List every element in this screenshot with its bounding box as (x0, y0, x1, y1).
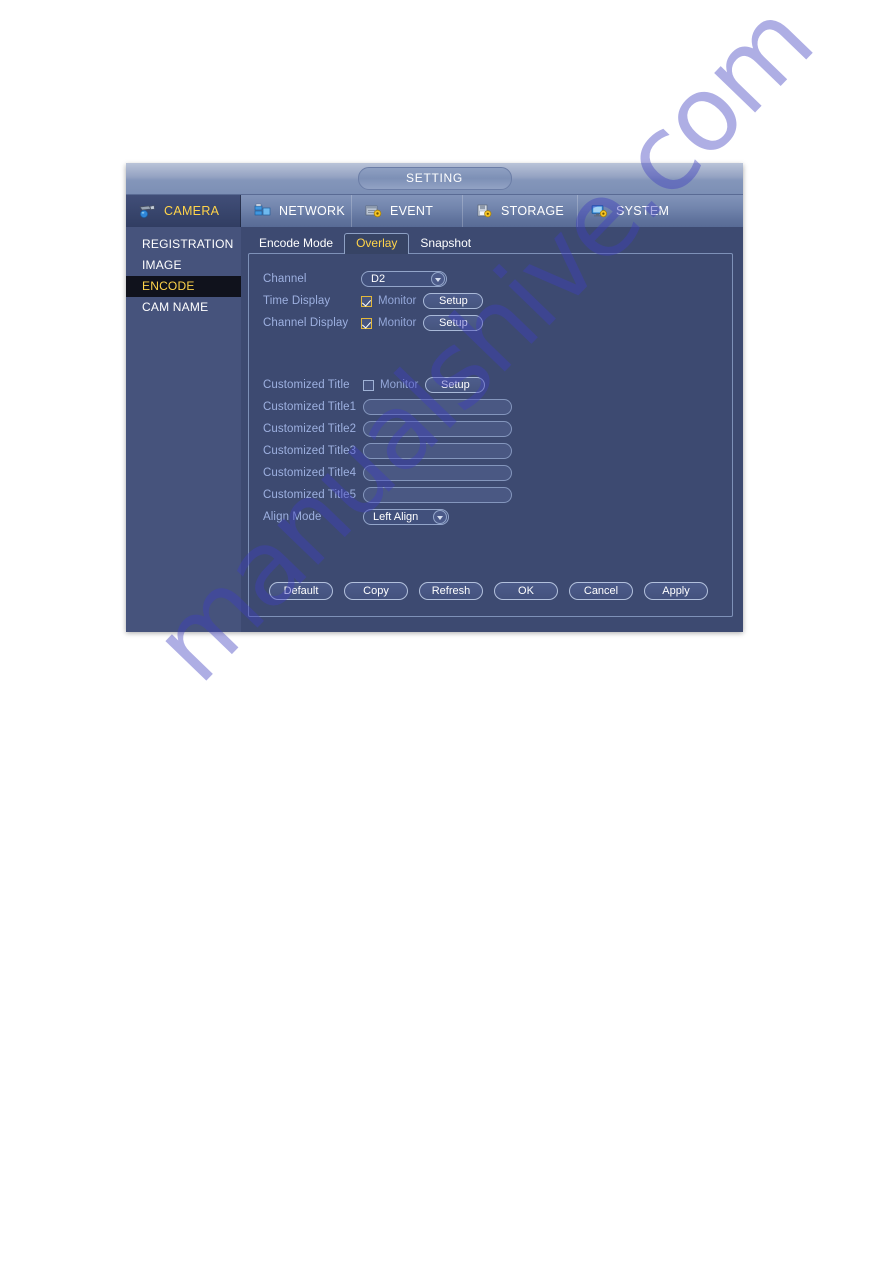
row-channel: Channel D2 (263, 268, 512, 290)
nav-label-network: NETWORK (279, 204, 345, 218)
title-bar: SETTING (126, 163, 743, 195)
nav-item-storage[interactable]: STORAGE (463, 195, 578, 227)
camera-icon (138, 203, 158, 219)
label-channel-display: Channel Display (263, 317, 349, 329)
nav-label-event: EVENT (390, 204, 434, 218)
sidebar-label-image: IMAGE (142, 258, 182, 272)
label-customized-title5: Customized Title5 (263, 489, 357, 501)
align-mode-select-value: Left Align (373, 511, 419, 523)
customized-title4-input[interactable] (363, 465, 512, 481)
default-button[interactable]: Default (269, 582, 333, 600)
network-icon (253, 203, 273, 219)
sidebar-item-encode[interactable]: ENCODE (126, 276, 241, 297)
sidebar-item-cam-name[interactable]: CAM NAME (126, 297, 241, 318)
system-icon (590, 203, 610, 219)
overlay-settings-panel: Channel D2 Time Display Monitor Setup Ch… (248, 253, 733, 617)
customized-title-checkbox[interactable] (363, 379, 374, 391)
content-area: Encode Mode Overlay Snapshot Channel D2 (241, 227, 743, 632)
row-customized-title1: Customized Title1 (263, 396, 512, 418)
sidebar-label-registration: REGISTRATION (142, 237, 234, 251)
channel-display-setup-button[interactable]: Setup (423, 315, 484, 331)
tab-overlay[interactable]: Overlay (344, 233, 410, 254)
row-customized-title4: Customized Title4 (263, 462, 512, 484)
main-nav: CAMERA NETWORK EVENT STORAGE SYSTEM (126, 195, 743, 227)
label-customized-title: Customized Title (263, 379, 350, 391)
event-icon (364, 203, 384, 219)
nav-item-network[interactable]: NETWORK (241, 195, 352, 227)
customized-title1-input[interactable] (363, 399, 512, 415)
tab-encode-mode[interactable]: Encode Mode (248, 233, 344, 253)
window-title: SETTING (357, 167, 512, 190)
sidebar: REGISTRATION IMAGE ENCODE CAM NAME (126, 227, 241, 632)
storage-icon (475, 203, 495, 219)
channel-display-checkbox-label: Monitor (378, 317, 417, 329)
tab-snapshot[interactable]: Snapshot (409, 233, 482, 253)
tab-label-encode-mode: Encode Mode (259, 236, 334, 250)
dialog-button-row: Default Copy Refresh OK Cancel Apply (269, 582, 708, 600)
setting-dialog: SETTING CAMERA NETWORK EVENT STORAGE SYS… (126, 163, 743, 632)
row-align-mode: Align Mode Left Align (263, 506, 512, 528)
time-display-checkbox-label: Monitor (378, 295, 417, 307)
copy-button[interactable]: Copy (344, 582, 408, 600)
label-customized-title1: Customized Title1 (263, 401, 357, 413)
row-customized-title3: Customized Title3 (263, 440, 512, 462)
time-display-setup-button[interactable]: Setup (423, 293, 484, 309)
channel-display-checkbox[interactable] (361, 317, 372, 329)
label-customized-title2: Customized Title2 (263, 423, 357, 435)
label-channel: Channel (263, 273, 307, 285)
apply-button[interactable]: Apply (644, 582, 708, 600)
row-channel-display: Channel Display Monitor Setup (263, 312, 512, 334)
nav-item-event[interactable]: EVENT (352, 195, 463, 227)
nav-item-camera[interactable]: CAMERA (126, 195, 241, 227)
label-align-mode: Align Mode (263, 511, 322, 523)
chevron-down-icon[interactable] (433, 510, 447, 524)
label-customized-title3: Customized Title3 (263, 445, 357, 457)
cancel-button[interactable]: Cancel (569, 582, 633, 600)
customized-title5-input[interactable] (363, 487, 512, 503)
tab-label-overlay: Overlay (356, 236, 398, 250)
tab-strip: Encode Mode Overlay Snapshot (248, 232, 733, 254)
customized-title2-input[interactable] (363, 421, 512, 437)
customized-title3-input[interactable] (363, 443, 512, 459)
row-customized-title: Customized Title Monitor Setup (263, 374, 512, 396)
time-display-checkbox[interactable] (361, 295, 372, 307)
label-time-display: Time Display (263, 295, 331, 307)
row-time-display: Time Display Monitor Setup (263, 290, 512, 312)
customized-title-checkbox-label: Monitor (380, 379, 419, 391)
customized-title-setup-button[interactable]: Setup (425, 377, 486, 393)
row-customized-title2: Customized Title2 (263, 418, 512, 440)
sidebar-label-cam-name: CAM NAME (142, 300, 209, 314)
row-customized-title5: Customized Title5 (263, 484, 512, 506)
chevron-down-icon[interactable] (431, 272, 445, 286)
label-customized-title4: Customized Title4 (263, 467, 357, 479)
nav-label-storage: STORAGE (501, 204, 564, 218)
nav-label-system: SYSTEM (616, 204, 670, 218)
align-mode-select[interactable]: Left Align (363, 509, 449, 525)
dialog-body: REGISTRATION IMAGE ENCODE CAM NAME Encod… (126, 227, 743, 632)
tab-label-snapshot: Snapshot (420, 236, 472, 250)
nav-label-camera: CAMERA (164, 204, 220, 218)
ok-button[interactable]: OK (494, 582, 558, 600)
overlay-form: Channel D2 Time Display Monitor Setup Ch… (263, 268, 512, 528)
form-spacer (263, 334, 512, 374)
refresh-button[interactable]: Refresh (419, 582, 483, 600)
nav-item-system[interactable]: SYSTEM (578, 195, 698, 227)
sidebar-label-encode: ENCODE (142, 279, 195, 293)
sidebar-item-image[interactable]: IMAGE (126, 255, 241, 276)
channel-select-value: D2 (371, 273, 386, 285)
sidebar-item-registration[interactable]: REGISTRATION (126, 234, 241, 255)
channel-select[interactable]: D2 (361, 271, 447, 287)
